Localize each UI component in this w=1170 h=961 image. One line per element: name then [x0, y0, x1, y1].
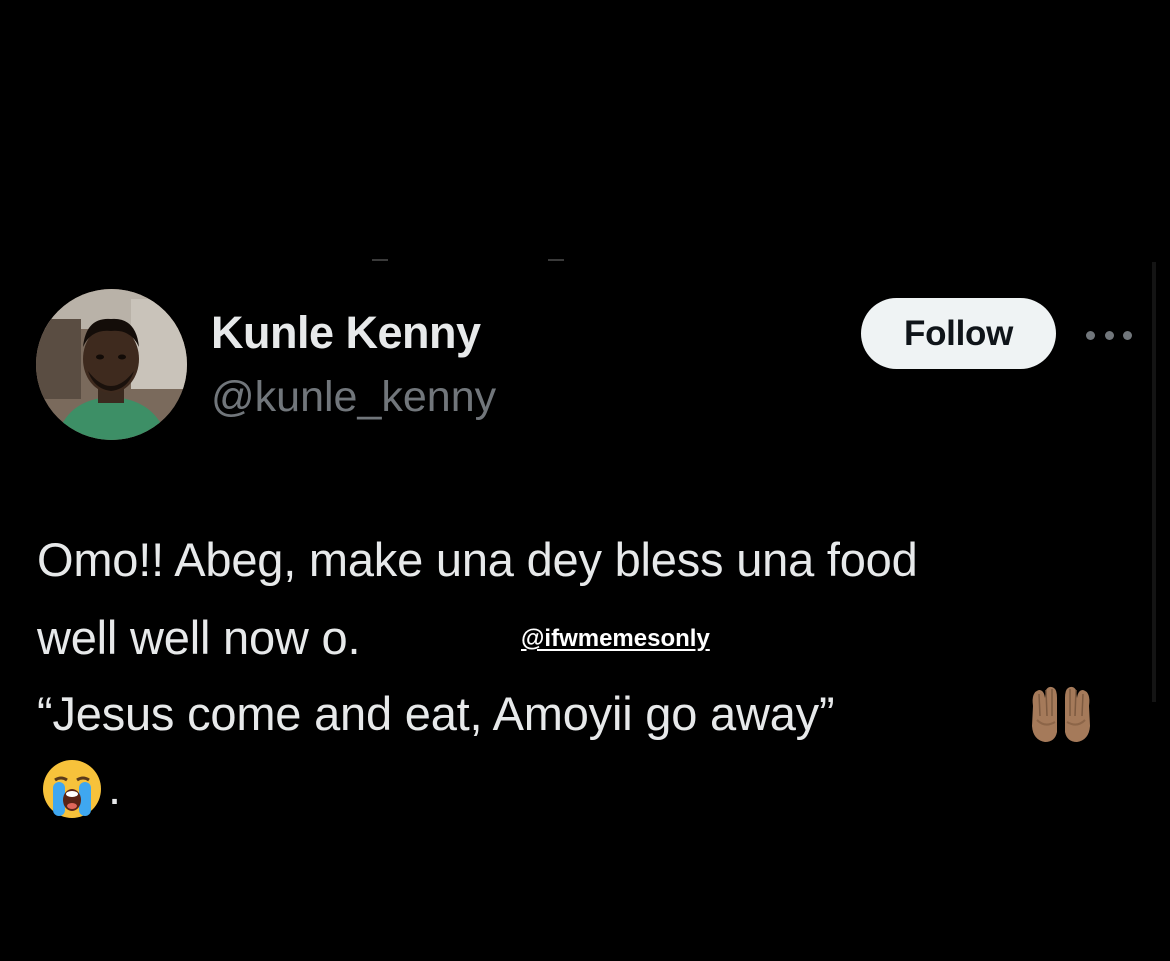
profile-photo-icon — [36, 289, 187, 440]
palms-up-together-icon — [1027, 684, 1095, 744]
tweet-text-line: well well now o. — [37, 611, 361, 664]
tweet-text-line: . — [108, 761, 122, 814]
divider-dash-left — [372, 259, 388, 261]
more-dot — [1123, 330, 1132, 340]
author-handle[interactable]: @kunle_kenny — [211, 373, 496, 422]
tweet-text-line: “Jesus come and eat, Amoyii go away” — [37, 687, 835, 740]
tweet-text-line: Omo!! Abeg, make una dey bless una food — [37, 533, 918, 586]
more-dot — [1086, 330, 1095, 340]
watermark: @ifwmemesonly — [521, 625, 710, 652]
author-display-name[interactable]: Kunle Kenny — [211, 307, 481, 359]
more-horizontal-icon[interactable] — [1086, 322, 1132, 348]
divider-dash-right — [548, 259, 564, 261]
follow-button[interactable]: Follow — [861, 298, 1056, 369]
more-dot — [1104, 330, 1114, 340]
avatar[interactable] — [36, 289, 187, 440]
loudly-crying-face-icon — [41, 758, 103, 820]
scroll-edge — [1152, 262, 1156, 702]
